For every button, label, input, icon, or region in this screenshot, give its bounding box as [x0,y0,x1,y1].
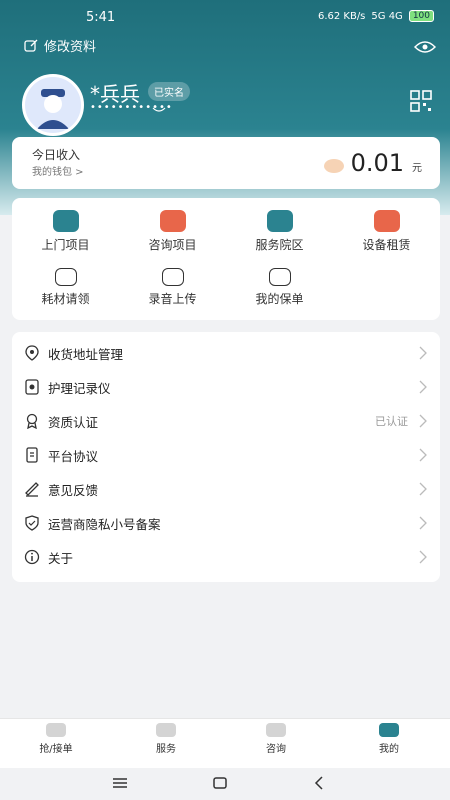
service-recording[interactable]: 录音上传 [119,268,226,307]
service-label: 录音上传 [148,292,197,306]
feedback-icon [25,482,39,497]
chevron-right-icon [419,414,427,428]
service-label: 我的保单 [255,292,304,306]
menu-label: 意见反馈 [48,482,99,498]
network-type: 5G 4G [371,10,403,22]
edit-profile-label: 修改资料 [44,40,97,55]
menu-icon[interactable] [110,774,130,792]
policy-icon [268,268,291,286]
service-grid: 上门项目 咨询项目 服务院区 设备租赁 耗材请领 录音上传 我的保单 [12,198,440,320]
eye-icon[interactable] [414,40,436,54]
menu-label: 资质认证 [48,414,99,430]
chevron-right-icon [419,380,427,394]
income-title: 今日收入 [32,148,81,162]
menu-label: 运营商隐私小号备案 [48,516,161,532]
service-label: 设备租赁 [362,238,411,252]
menu-label: 护理记录仪 [48,380,111,396]
location-icon [266,210,293,232]
verified-badge: 已实名 [148,82,190,101]
service-label: 服务院区 [255,238,304,252]
chevron-right-icon [419,482,427,496]
recorder-icon [25,379,39,395]
service-home-visit[interactable]: 上门项目 [12,210,119,253]
menu-label: 收货地址管理 [48,346,124,362]
menu-label: 平台协议 [48,448,99,464]
tab-orders[interactable]: 抢/接单 [0,723,112,755]
closed-eye-icon[interactable] [152,106,166,114]
menu-label: 关于 [48,550,74,566]
income-amount: 0.01 [350,149,404,177]
avatar[interactable] [22,74,84,136]
certificate-icon [26,413,38,429]
service-equipment[interactable]: 设备租赁 [333,210,440,253]
chevron-right-icon [419,346,427,360]
tab-label: 我的 [379,744,399,755]
tab-label: 抢/接单 [39,744,73,755]
recording-icon [161,268,184,286]
menu-item-address[interactable]: 收货地址管理 [12,336,440,370]
service-label: 咨询项目 [148,238,197,252]
service-consult[interactable]: 咨询项目 [119,210,226,253]
home-visit-icon [52,210,79,232]
menu-item-privacy-number[interactable]: 运营商隐私小号备案 [12,506,440,540]
tab-label: 服务 [156,744,176,755]
service-policy[interactable]: 我的保单 [226,268,333,307]
address-icon [25,345,39,361]
tab-label: 咨询 [266,744,286,755]
info-icon [24,549,40,565]
chevron-right-icon [419,516,427,530]
consult-icon [159,210,186,232]
service-label: 耗材请领 [41,292,90,306]
menu-item-certification[interactable]: 资质认证 已认证 [12,404,440,438]
equipment-icon [373,210,400,232]
certification-status: 已认证 [375,415,408,428]
home-icon[interactable] [210,774,230,792]
status-time: 5:41 [86,10,116,25]
chevron-right-icon [419,550,427,564]
syringe-icon [54,268,77,286]
wallet-link[interactable]: 我的钱包 > [32,163,84,178]
bottom-tab-bar: 抢/接单 服务 咨询 我的 [0,718,450,769]
tab-mine[interactable]: 我的 [333,723,445,755]
tab-service[interactable]: 服务 [110,723,222,755]
menu-item-agreement[interactable]: 平台协议 [12,438,440,472]
status-bar: 5:41 6.62 KB/s 5G 4G 100 [0,6,450,30]
edit-profile-button[interactable]: 修改资料 [24,36,96,55]
privacy-shield-icon [25,515,39,531]
settings-list: 收货地址管理 护理记录仪 资质认证 已认证 平台协议 意见反馈 运营商隐私小号备… [12,332,440,582]
agreement-icon [26,447,38,463]
service-icon [156,723,176,737]
service-area[interactable]: 服务院区 [226,210,333,253]
status-icons: 6.62 KB/s 5G 4G 100 [318,10,434,22]
service-label: 上门项目 [41,238,90,252]
system-nav-bar [0,768,450,800]
menu-item-recorder[interactable]: 护理记录仪 [12,370,440,404]
chevron-right-icon [419,448,427,462]
back-icon[interactable] [310,774,330,792]
menu-item-feedback[interactable]: 意见反馈 [12,472,440,506]
tab-consult[interactable]: 咨询 [220,723,332,755]
income-card[interactable]: 今日收入 我的钱包 > 0.01 元 [12,137,440,189]
edit-icon [24,39,38,52]
battery-icon: 100 [408,10,434,22]
network-speed: 6.62 KB/s [317,10,366,22]
nurse-avatar-icon [25,77,81,133]
consult-tab-icon [266,723,286,737]
qr-code-icon[interactable] [410,90,432,112]
orders-icon [46,723,66,737]
mine-icon [379,723,399,737]
menu-item-about[interactable]: 关于 [12,540,440,574]
coin-icon [324,159,344,173]
income-unit: 元 [412,163,422,174]
service-supplies[interactable]: 耗材请领 [12,268,119,307]
